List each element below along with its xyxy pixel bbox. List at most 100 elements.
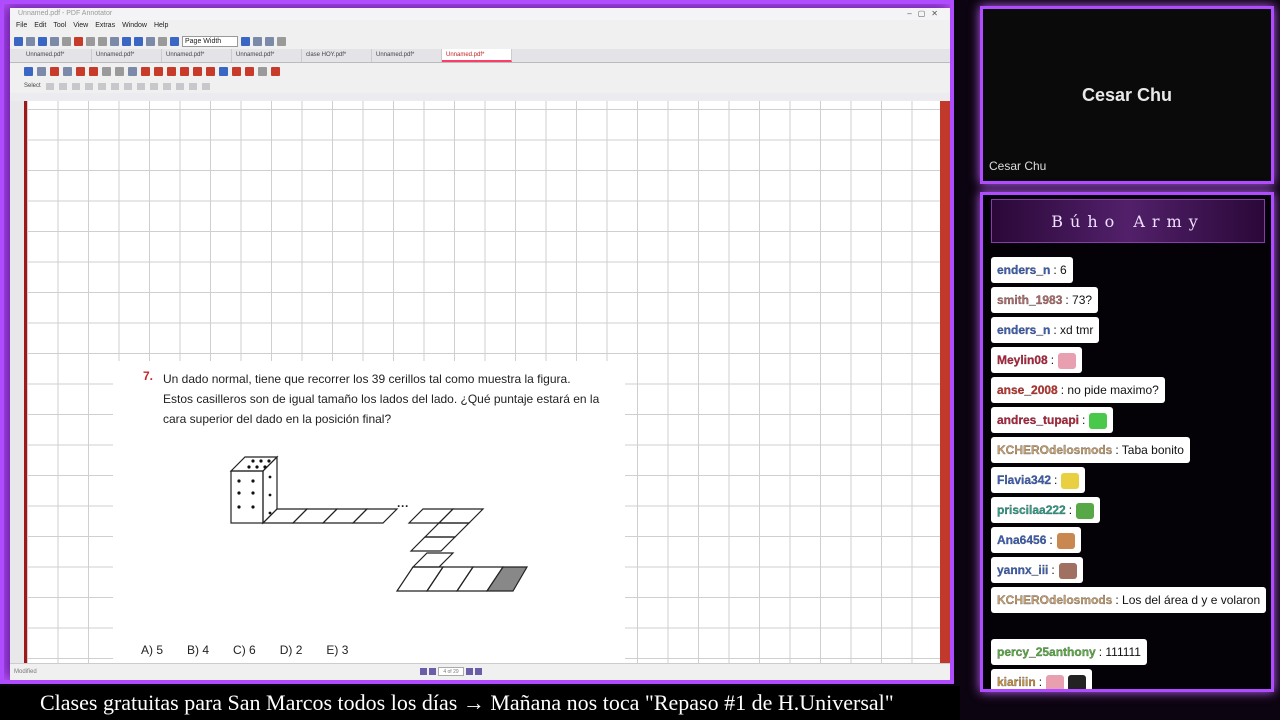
emote-icon <box>1061 472 1080 489</box>
current-tool-label: Select <box>24 83 41 89</box>
group-icon[interactable] <box>149 82 158 90</box>
chat-username[interactable]: Flavia342 <box>997 473 1051 487</box>
two-page-icon[interactable] <box>265 36 274 46</box>
last-page-icon[interactable] <box>475 668 482 675</box>
ellipse-tool-icon[interactable] <box>180 66 189 76</box>
chat-username[interactable]: priscilaa222 <box>997 503 1066 517</box>
menu-file[interactable]: File <box>16 22 27 31</box>
document-page[interactable]: 7. Un dado normal, tiene que recorrer lo… <box>24 101 940 663</box>
fit-icon[interactable] <box>158 36 167 46</box>
webcam-label: Cesar Chu <box>989 159 1047 173</box>
menu-extras[interactable]: Extras <box>95 22 115 31</box>
menu-view[interactable]: View <box>73 22 88 31</box>
find-icon[interactable] <box>146 36 155 46</box>
zoom-select[interactable]: Page Width <box>182 35 238 47</box>
paste-icon[interactable] <box>98 36 107 46</box>
select-tool-icon[interactable] <box>24 66 33 76</box>
chat-username[interactable]: yannx_iii <box>997 563 1049 577</box>
vertical-scrollbar[interactable] <box>940 101 950 663</box>
open-icon[interactable] <box>26 36 35 46</box>
chat-title: Búho Army <box>1051 211 1205 231</box>
text-tool-icon[interactable] <box>102 66 111 76</box>
align-icon[interactable] <box>84 82 93 90</box>
arrow-tool-icon[interactable] <box>154 66 163 76</box>
tab-document[interactable]: Unnamed.pdf* <box>232 49 302 62</box>
chat-bubble: Flavia342: <box>991 467 1086 493</box>
link-icon[interactable] <box>219 66 228 76</box>
new-icon[interactable] <box>14 36 23 46</box>
settings-icon[interactable] <box>258 66 267 76</box>
favorites-icon[interactable] <box>271 66 280 76</box>
delete-icon[interactable] <box>110 36 119 46</box>
rotate-icon[interactable] <box>175 82 184 90</box>
note-icon[interactable] <box>206 66 215 76</box>
crop-icon[interactable] <box>245 66 254 76</box>
align-icon[interactable] <box>58 82 67 90</box>
align-icon[interactable] <box>45 82 54 90</box>
menu-window[interactable]: Window <box>122 22 147 31</box>
menu-help[interactable]: Help <box>154 22 168 31</box>
rectangle-tool-icon[interactable] <box>167 66 176 76</box>
tab-document-active[interactable]: Unnamed.pdf* <box>442 49 512 62</box>
lock-icon[interactable] <box>188 82 197 90</box>
marker-icon[interactable] <box>89 66 98 76</box>
rotate-icon[interactable] <box>162 82 171 90</box>
chat-username[interactable]: andres_tupapi <box>997 413 1079 427</box>
chat-bubble: andres_tupapi: <box>991 407 1114 433</box>
pen-icon[interactable] <box>76 66 85 76</box>
distribute-icon[interactable] <box>97 82 106 90</box>
print-icon[interactable] <box>62 36 71 46</box>
chat-username[interactable]: Meylin08 <box>997 353 1048 367</box>
undo-icon[interactable] <box>122 36 131 46</box>
menu-edit[interactable]: Edit <box>34 22 46 31</box>
shapes-icon[interactable] <box>128 66 137 76</box>
save-all-icon[interactable] <box>50 36 59 46</box>
layer-icon[interactable] <box>201 82 210 90</box>
hand-tool-icon[interactable] <box>37 66 46 76</box>
chat-username[interactable]: kiariiin <box>997 675 1036 689</box>
highlighter-icon[interactable] <box>193 66 202 76</box>
chat-username[interactable]: KCHEROdelosmods <box>997 443 1113 457</box>
copy-icon[interactable] <box>86 36 95 46</box>
fullscreen-icon[interactable] <box>277 36 286 46</box>
tab-document[interactable]: Unnamed.pdf* <box>92 49 162 62</box>
save-icon[interactable] <box>38 36 47 46</box>
zoom-in-icon[interactable] <box>241 36 250 46</box>
chat-bubble: smith_1983: 73? <box>991 287 1099 313</box>
distribute-icon[interactable] <box>110 82 119 90</box>
image-icon[interactable] <box>232 66 241 76</box>
chat-username[interactable]: anse_2008 <box>997 383 1058 397</box>
chat-username[interactable]: smith_1983 <box>997 293 1063 307</box>
eraser-icon[interactable] <box>50 66 59 76</box>
app-window-frame: Unnamed.pdf - PDF Annotator –▢✕ File Edi… <box>0 0 954 684</box>
chat-username[interactable]: enders_n <box>997 263 1051 277</box>
group-icon[interactable] <box>136 82 145 90</box>
prev-page-icon[interactable] <box>429 668 436 675</box>
window-controls[interactable]: –▢✕ <box>907 9 944 18</box>
first-page-icon[interactable] <box>420 668 427 675</box>
single-page-icon[interactable] <box>253 36 262 46</box>
chat-username[interactable]: Ana6456 <box>997 533 1047 547</box>
chat-username[interactable]: KCHEROdelosmods <box>997 593 1113 607</box>
chat-username[interactable]: percy_25anthony <box>997 645 1096 659</box>
chat-username[interactable]: enders_n <box>997 323 1051 337</box>
cut-icon[interactable] <box>74 36 83 46</box>
menu-tool[interactable]: Tool <box>53 22 66 31</box>
stamp-icon[interactable] <box>115 66 124 76</box>
page-number-input[interactable]: 4 of 29 <box>438 667 464 676</box>
next-page-icon[interactable] <box>466 668 473 675</box>
align-icon[interactable] <box>71 82 80 90</box>
tab-document[interactable]: Unnamed.pdf* <box>22 49 92 62</box>
zoom-out-icon[interactable] <box>170 36 179 46</box>
magnifier-icon[interactable] <box>63 66 72 76</box>
tab-document[interactable]: Unnamed.pdf* <box>372 49 442 62</box>
chat-panel: Búho Army enders_n: 6 smith_1983: 73? ende… <box>980 192 1274 692</box>
tab-document[interactable]: Unnamed.pdf* <box>162 49 232 62</box>
distribute-icon[interactable] <box>123 82 132 90</box>
tab-document[interactable]: clase HOY.pdf* <box>302 49 372 62</box>
chat-bubble: percy_25anthony: 111111 <box>991 639 1147 665</box>
line-tool-icon[interactable] <box>141 66 150 76</box>
redo-icon[interactable] <box>134 36 143 46</box>
chat-bubble: Meylin08: <box>991 347 1083 373</box>
ticker-text: Clases gratuitas para San Marcos todos l… <box>40 690 894 715</box>
